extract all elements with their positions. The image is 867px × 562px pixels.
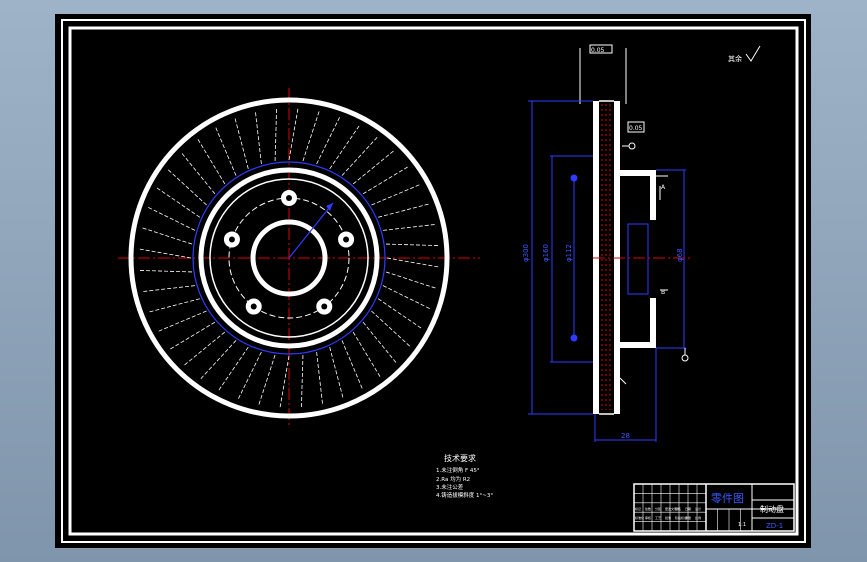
title-block-small-label: 设计 — [695, 506, 701, 511]
notes-line-1: 1.未注倒角 F 45° — [436, 466, 480, 474]
notes-line-3: 3.未注公差 — [436, 483, 464, 491]
title-block-small-label: 标准化 — [635, 515, 644, 520]
title-block-small-label: 处数 — [645, 506, 651, 511]
bolt-hole-bore — [250, 303, 257, 310]
hat-top-wall — [620, 170, 656, 176]
part-name: 制动盘 — [760, 504, 784, 514]
drawing-number: ZD-1 — [766, 522, 783, 530]
title-block-small-label: 工艺 — [655, 515, 661, 520]
hat-flange-bottom — [650, 298, 656, 342]
dim-text-bolt: φ112 — [565, 244, 573, 262]
bolt-hole-bore — [343, 236, 350, 243]
hat-flange-top — [650, 176, 656, 220]
title-block-small-label: 日期 — [685, 506, 691, 511]
title-block-small-label: 重量 — [685, 515, 691, 520]
dim-text-thickness: 28 — [621, 432, 630, 440]
title-block-small-label: 分区 — [655, 506, 661, 511]
hat-bottom-wall — [620, 342, 656, 348]
dim-text-outer: φ300 — [522, 244, 530, 262]
title-block-small-label: 比例 — [695, 515, 701, 520]
drawing-canvas: 0.05 0.05 φ300 φ160 φ112 φ68 28 A B 其余 技… — [55, 14, 811, 548]
tolerance-frame-top-value: 0.05 — [591, 47, 605, 54]
notes-heading: 技术要求 — [444, 453, 476, 463]
tolerance-frame-mid-value: 0.05 — [629, 125, 643, 132]
title-block-small-label: 批准 — [665, 515, 671, 520]
dim-text-right: φ68 — [676, 248, 684, 262]
dim-text-hat: φ160 — [542, 244, 550, 262]
drawing-title: 零件图 — [711, 492, 744, 505]
drawing-sheet — [55, 14, 811, 548]
title-block-small-label: 标记 — [635, 506, 641, 511]
scale-value: 1:1 — [738, 522, 746, 528]
title-block-small-label: 签名 — [675, 506, 681, 511]
bolt-hole-bore — [286, 195, 292, 201]
bolt-hole-bore — [321, 303, 328, 310]
dim-arrow-bolt-bottom — [570, 334, 578, 342]
notes-line-2: 2.Ra 均为 R2 — [436, 475, 470, 483]
roughness-other-label: 其余 — [728, 54, 742, 63]
datum-label-b: B — [661, 289, 665, 296]
notes-line-4: 4.铸造拔模斜度 1°~3° — [436, 491, 493, 499]
title-block-small-label: 审核 — [645, 515, 651, 520]
dim-arrow-bolt-top — [570, 174, 578, 182]
bolt-hole-bore — [228, 236, 235, 243]
